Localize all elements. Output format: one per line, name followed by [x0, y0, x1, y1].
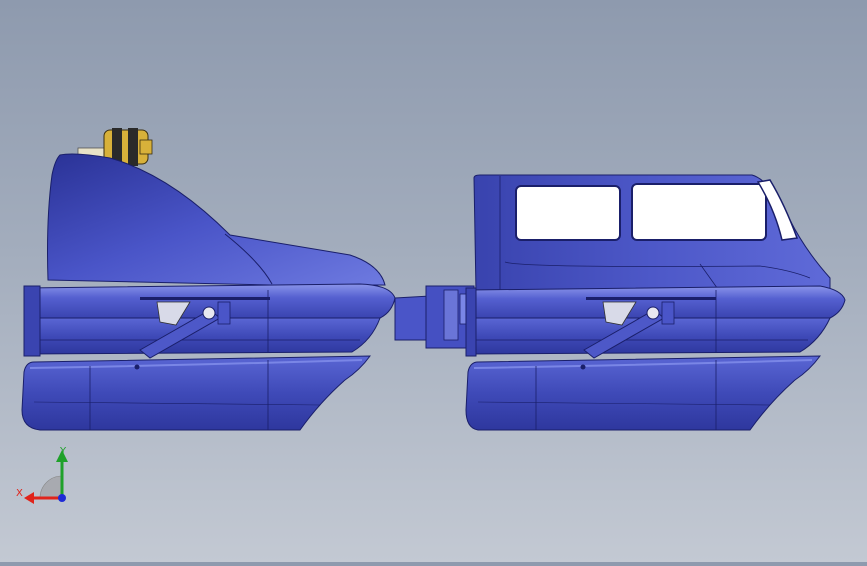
cabin — [473, 174, 831, 293]
fairing — [47, 153, 386, 286]
window-2 — [631, 183, 767, 241]
z-axis-dot — [58, 494, 66, 502]
cad-viewport[interactable]: Y X — [0, 0, 867, 562]
orientation-triad[interactable]: Y X — [16, 446, 68, 504]
model-canvas: Y X — [16, 128, 846, 504]
x-axis-label: X — [16, 488, 23, 499]
y-axis-label: Y — [59, 446, 67, 457]
coupler — [394, 285, 475, 349]
window-1 — [515, 185, 621, 241]
hull-module-left — [21, 128, 396, 431]
hull-module-right — [465, 174, 846, 431]
